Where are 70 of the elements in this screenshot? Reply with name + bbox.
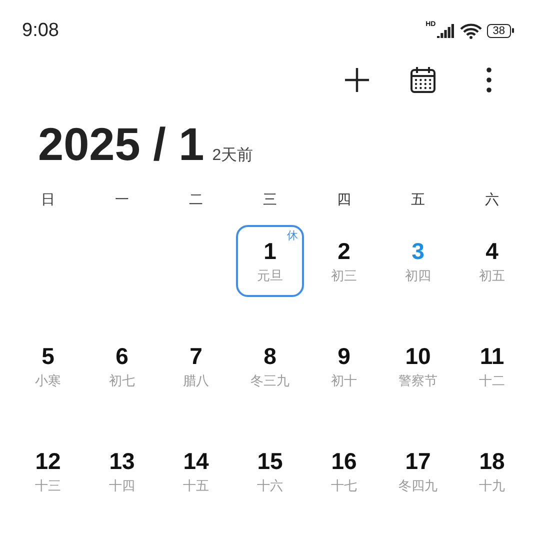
lunar-date: 初四 [405, 266, 431, 284]
more-icon [486, 67, 492, 93]
day-cell[interactable]: 4 初五 [458, 225, 526, 297]
weekday-label: 一 [115, 191, 129, 209]
battery-indicator: 38 [486, 24, 514, 38]
lunar-date: 十五 [183, 476, 209, 494]
day-number: 6 [116, 342, 128, 370]
day-cell[interactable]: 6 初七 [88, 330, 156, 402]
lunar-date: 十四 [109, 476, 135, 494]
lunar-date: 十三 [35, 476, 61, 494]
wifi-icon [460, 22, 482, 38]
day-number: 13 [109, 448, 135, 474]
status-time: 9:08 [22, 20, 59, 42]
lunar-date: 腊八 [183, 372, 209, 390]
day-number: 4 [486, 238, 498, 264]
day-cell[interactable]: 9 初十 [310, 330, 378, 402]
day-number: 2 [338, 238, 350, 264]
day-number: 10 [405, 342, 431, 370]
calendar-icon [410, 66, 436, 94]
day-cell[interactable]: 8 冬三九 [236, 330, 304, 402]
lunar-date: 十六 [257, 476, 283, 494]
weekday-label: 三 [263, 191, 277, 209]
day-cell[interactable]: 7 腊八 [162, 330, 230, 402]
month-title: 2025 / 1 [38, 117, 204, 171]
day-cell[interactable]: 5 小寒 [14, 330, 82, 402]
day-number: 12 [35, 448, 61, 474]
lunar-date: 十九 [479, 476, 505, 494]
lunar-date: 初五 [479, 266, 505, 284]
lunar-date: 小寒 [35, 372, 61, 390]
weekday-label: 二 [189, 191, 203, 209]
add-icon [344, 67, 370, 93]
weekday-label: 日 [41, 191, 55, 209]
weekday-label: 六 [485, 191, 499, 209]
lunar-date: 初七 [109, 372, 135, 390]
day-cell[interactable]: 2 初三 [310, 225, 378, 297]
day-cell[interactable]: 17 冬四九 [384, 435, 452, 507]
lunar-date: 冬四九 [398, 476, 438, 494]
day-cell[interactable]: 15 十六 [236, 435, 304, 507]
day-number: 1 [264, 238, 276, 264]
day-number: 5 [42, 342, 54, 370]
day-cell[interactable]: 10 警察节 [384, 330, 452, 402]
weekday-label: 四 [337, 191, 351, 209]
lunar-date: 警察节 [398, 372, 438, 390]
lunar-date: 元旦 [257, 266, 283, 284]
day-number: 3 [412, 238, 424, 264]
day-cell[interactable]: 1 元旦 休 [236, 225, 304, 297]
day-number: 11 [480, 342, 504, 370]
day-number: 15 [257, 448, 283, 474]
lunar-date: 初三 [331, 266, 357, 284]
lunar-date: 十七 [331, 476, 357, 494]
day-cell[interactable]: 12 十三 [14, 435, 82, 507]
day-cell[interactable]: 13 十四 [88, 435, 156, 507]
day-cell[interactable]: 11 十二 [458, 330, 526, 402]
lunar-date: 冬三九 [250, 372, 290, 390]
day-number: 9 [338, 342, 350, 370]
relative-date: 2天前 [212, 146, 254, 166]
day-number: 14 [183, 448, 209, 474]
day-number: 16 [331, 448, 357, 474]
holiday-label: 休 [287, 229, 298, 243]
lunar-date: 十二 [479, 372, 505, 390]
weekday-label: 五 [411, 191, 425, 209]
day-number: 7 [190, 342, 202, 370]
day-cell[interactable]: 14 十五 [162, 435, 230, 507]
day-number: 18 [479, 448, 505, 474]
signal-icon [436, 24, 455, 38]
day-number: 8 [264, 342, 276, 370]
day-cell[interactable]: 18 十九 [458, 435, 526, 507]
day-number: 17 [405, 448, 431, 474]
lunar-date: 初十 [331, 372, 357, 390]
day-cell[interactable]: 16 十七 [310, 435, 378, 507]
